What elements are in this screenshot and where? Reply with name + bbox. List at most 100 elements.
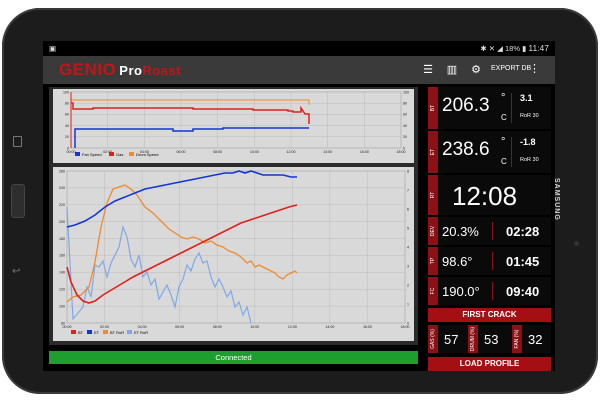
main-x-tick: 08:00 — [213, 325, 222, 329]
main-y-left-tick: 80 — [61, 321, 65, 325]
dev-percent: 20.3% — [442, 224, 479, 239]
main-x-tick: 02:00 — [100, 325, 109, 329]
overflow-menu-icon[interactable]: ⋮ — [529, 62, 540, 75]
top-y-left-tick: 20 — [65, 135, 69, 139]
dev-divider — [492, 222, 493, 240]
app-logo: GENIO ProRoast — [59, 60, 181, 80]
et-tag-label: ET — [430, 148, 436, 156]
top-x-tick: 10:00 — [250, 150, 259, 154]
top-y-left-tick: 80 — [65, 102, 69, 106]
top-y-left-tick: 40 — [65, 124, 69, 128]
main-y-left-tick: 260 — [59, 169, 65, 173]
main-x-tick: 10:00 — [250, 325, 259, 329]
top-x-tick: 08:00 — [213, 150, 222, 154]
load-profile-button[interactable]: LOAD PROFILE — [428, 357, 551, 371]
logo-pro: Pro — [119, 63, 143, 78]
et-tag: ET — [428, 131, 438, 173]
status-right: ✱ ✕ ◢ 18% ▮ 11:47 — [480, 43, 549, 53]
bt-ror-value: 3.1 — [520, 93, 533, 103]
rt-tag: RT — [428, 175, 438, 215]
main-y-left-tick: 200 — [59, 220, 65, 224]
chart-stats-icon[interactable]: ▥ — [445, 63, 459, 77]
fc-tag: FC — [428, 277, 438, 305]
tp-tile: TP 98.6° 01:45 — [428, 247, 551, 275]
rt-tag-label: RT — [430, 191, 436, 199]
first-crack-button[interactable]: FIRST CRACK — [428, 308, 551, 322]
top-x-tick: 16:00 — [360, 150, 369, 154]
control-values-tile: GAS (%) 57 DRUM (%) 53 FAN (%) 32 — [428, 325, 551, 353]
app-toolbar: GENIO ProRoast ☰ ▥ ⚙ EXPORT DB ⋮ — [43, 56, 555, 84]
main-y-right-tick: 0 — [407, 321, 409, 325]
dev-time: 02:28 — [506, 224, 540, 239]
legend-bt-ror: BT RoR — [110, 330, 124, 335]
chart-area: 00:00 02:00 04:00 06:00 08:00 10:00 12:00 14:00… — [49, 87, 418, 345]
gas-value: 57 — [444, 332, 459, 347]
top-y-right-tick: 80 — [403, 102, 407, 106]
top-x-tick: 18:00 — [397, 150, 406, 154]
et-ror-value: -1.8 — [520, 137, 536, 147]
main-x-tick: 16:00 — [363, 325, 372, 329]
fan-tag: FAN (%) — [512, 325, 522, 353]
fc-tag-label: FC — [430, 287, 436, 295]
main-y-left-tick: 140 — [59, 271, 65, 275]
control-chart: 00:00 02:00 04:00 06:00 08:00 10:00 12:00 14:00… — [53, 89, 414, 163]
bt-ror-label: RoR 30 — [520, 113, 539, 119]
tp-tag: TP — [428, 247, 438, 275]
main-y-right-tick: 1 — [407, 302, 409, 306]
drum-tag-label: DRUM (%) — [470, 326, 476, 352]
et-value: 238.6 — [442, 139, 490, 160]
top-y-right-tick: 20 — [403, 135, 407, 139]
top-y-left-tick: 100 — [63, 90, 69, 94]
export-db-button[interactable]: EXPORT DB — [491, 65, 531, 72]
main-x-tick: 14:00 — [325, 325, 334, 329]
et-unit: C — [501, 157, 507, 166]
main-y-left-tick: 100 — [59, 304, 65, 308]
main-y-right-tick: 8 — [407, 169, 409, 173]
top-y-left-tick: 0 — [67, 146, 69, 150]
bt-value: 206.3 — [442, 95, 490, 116]
legend-et: ET — [94, 330, 100, 335]
et-degree: ° — [501, 136, 506, 148]
roast-curve-svg: 00:00 02:00 04:00 06:00 08:00 10:00 12:00 14:00… — [59, 169, 410, 335]
tp-time: 01:45 — [506, 254, 540, 269]
bt-tag: BT — [428, 87, 438, 129]
main-x-tick: 12:00 — [288, 325, 297, 329]
recent-apps-icon[interactable] — [13, 136, 22, 147]
tp-tag-label: TP — [430, 257, 436, 265]
main-legend: BT ET BT RoR ET RoR — [71, 330, 148, 335]
front-camera — [574, 241, 579, 246]
main-x-tick: 06:00 — [175, 325, 184, 329]
dev-tag: DEV — [428, 217, 438, 245]
fc-time: 09:40 — [506, 284, 540, 299]
connection-status-bar: Connected — [49, 351, 418, 364]
top-y-right-tick: 40 — [403, 124, 407, 128]
roast-time-value: 12:08 — [452, 181, 518, 211]
roast-curve-chart: 00:00 02:00 04:00 06:00 08:00 10:00 12:00 14:00… — [53, 167, 414, 341]
drum-tag: DRUM (%) — [468, 325, 478, 353]
fc-divider — [492, 282, 493, 300]
back-icon[interactable]: ↩ — [12, 266, 20, 277]
main-y-right-tick: 7 — [407, 188, 409, 192]
fan-tag-label: FAN (%) — [514, 329, 520, 349]
top-y-right-tick: 100 — [403, 90, 409, 94]
bt-tile: BT 206.3 ° C 3.1 RoR 30 — [428, 87, 551, 129]
tp-temp: 98.6° — [442, 254, 473, 269]
main-x-tick: 18:00 — [401, 325, 410, 329]
fc-temp: 190.0° — [442, 284, 480, 299]
top-x-tick: 06:00 — [177, 150, 186, 154]
home-button[interactable] — [11, 184, 25, 218]
top-x-tick: 00:00 — [67, 150, 76, 154]
top-y-right-tick: 60 — [403, 113, 407, 117]
gear-icon[interactable]: ⚙ — [469, 63, 483, 77]
main-y-right-tick: 2 — [407, 283, 409, 287]
bluetooth-icon: ✱ — [480, 44, 487, 53]
main-y-left-tick: 240 — [59, 186, 65, 190]
bt-divider — [511, 93, 512, 123]
main-y-left-tick: 160 — [59, 254, 65, 258]
profile-list-icon[interactable]: ☰ — [421, 63, 435, 77]
legend-bt: BT — [78, 330, 84, 335]
tp-divider — [492, 252, 493, 270]
main-x-tick: 00:00 — [63, 325, 72, 329]
top-x-tick: 14:00 — [323, 150, 332, 154]
screen: ▣ ✱ ✕ ◢ 18% ▮ 11:47 GENIO ProRoast ☰ ▥ ⚙ … — [43, 41, 555, 371]
